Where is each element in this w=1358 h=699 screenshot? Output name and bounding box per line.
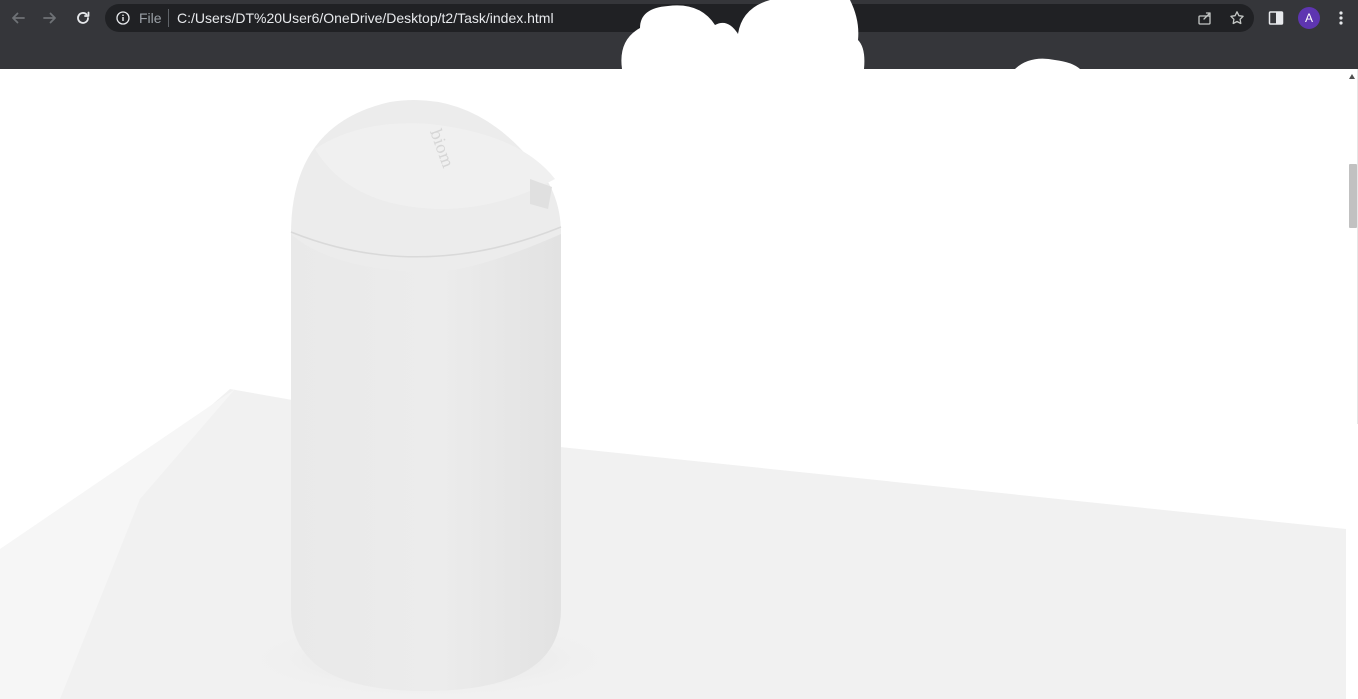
reload-icon	[77, 11, 90, 24]
reload-button[interactable]	[71, 6, 95, 30]
kebab-menu-icon[interactable]	[1334, 10, 1348, 26]
browser-chrome: File C:/Users/DT%20User6/OneDrive/Deskto…	[0, 0, 1358, 69]
scroll-up-arrow-icon[interactable]	[1349, 74, 1355, 79]
table-surface	[0, 389, 1346, 699]
trash-bin-body	[291, 229, 561, 691]
page-scrollbar[interactable]	[1346, 69, 1358, 699]
product-scene: biom	[0, 99, 1346, 699]
back-button[interactable]	[6, 6, 30, 30]
url-text[interactable]: C:/Users/DT%20User6/OneDrive/Desktop/t2/…	[177, 10, 554, 26]
star-icon[interactable]	[1229, 10, 1245, 26]
arrow-left-icon	[12, 12, 25, 24]
scrollbar-thumb[interactable]	[1349, 164, 1357, 228]
vertical-brand-text: biom	[0, 197, 21, 549]
info-icon[interactable]	[116, 11, 130, 25]
share-icon[interactable]	[1197, 10, 1213, 26]
address-bar[interactable]: File C:/Users/DT%20User6/OneDrive/Deskto…	[105, 4, 1254, 32]
arrow-right-icon	[43, 12, 56, 24]
forward-button[interactable]	[38, 6, 62, 30]
url-scheme-label: File	[139, 10, 162, 26]
profile-avatar[interactable]: A	[1298, 7, 1320, 29]
side-panel-icon[interactable]	[1268, 10, 1284, 26]
page-viewport: biom biom	[0, 69, 1346, 699]
browser-toolbar: File C:/Users/DT%20User6/OneDrive/Deskto…	[0, 0, 1358, 37]
omnibox-divider	[168, 9, 169, 27]
